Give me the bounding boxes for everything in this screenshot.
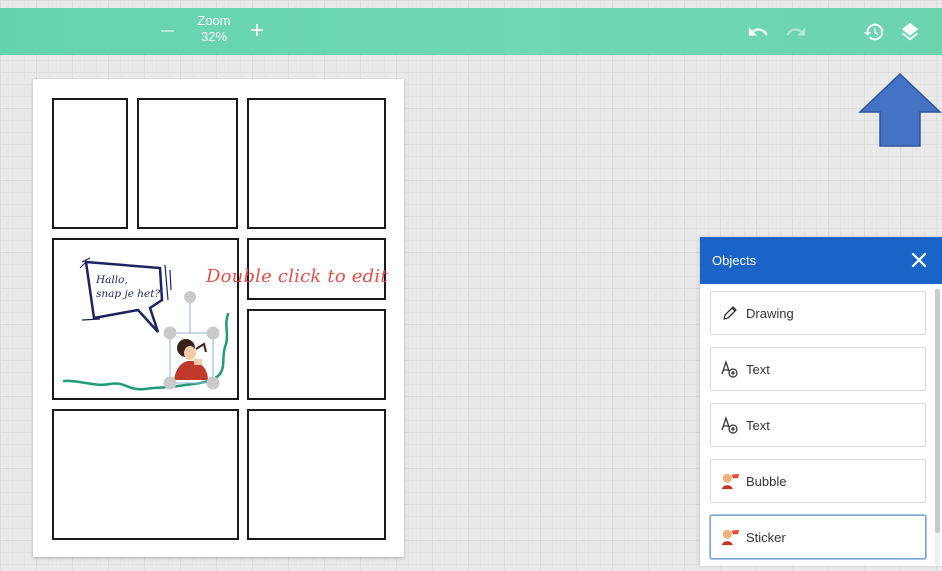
object-item-label: Sticker [746, 529, 786, 545]
edit-hint-text[interactable]: Double click to edit [206, 266, 388, 287]
close-icon [911, 252, 927, 268]
object-item-text[interactable]: Text [710, 347, 926, 391]
objects-panel-header: Objects [700, 237, 942, 284]
text-add-icon [720, 415, 740, 435]
scrollbar-thumb[interactable] [935, 289, 940, 533]
character-thumbnail [720, 527, 740, 547]
speech-bubble-line: snap je het? [96, 288, 161, 300]
objects-panel-title: Objects [712, 253, 757, 268]
text-add-icon [720, 359, 740, 379]
close-button[interactable] [908, 249, 930, 271]
object-item-drawing[interactable]: Drawing [710, 291, 926, 335]
object-item-sticker[interactable]: Sticker [710, 515, 926, 559]
up-arrow-annotation [858, 72, 942, 147]
object-item-bubble[interactable]: Bubble [710, 459, 926, 503]
object-item-label: Drawing [746, 305, 794, 321]
objects-panel: Objects Drawing Text Text Bubble Sticker [700, 237, 942, 566]
character-thumbnail [720, 471, 740, 491]
character-sticker[interactable] [174, 339, 208, 380]
object-item-label: Text [746, 417, 770, 433]
objects-list: Drawing Text Text Bubble Sticker [710, 291, 926, 571]
object-item-label: Bubble [746, 473, 787, 489]
object-item-label: Text [746, 361, 770, 377]
speech-bubble-line: Hallo, [96, 274, 128, 286]
object-item-text[interactable]: Text [710, 403, 926, 447]
pencil-icon [720, 303, 740, 323]
selection-box[interactable] [163, 291, 220, 390]
speech-bubble-text: Hallo, snap je het? [96, 273, 176, 301]
